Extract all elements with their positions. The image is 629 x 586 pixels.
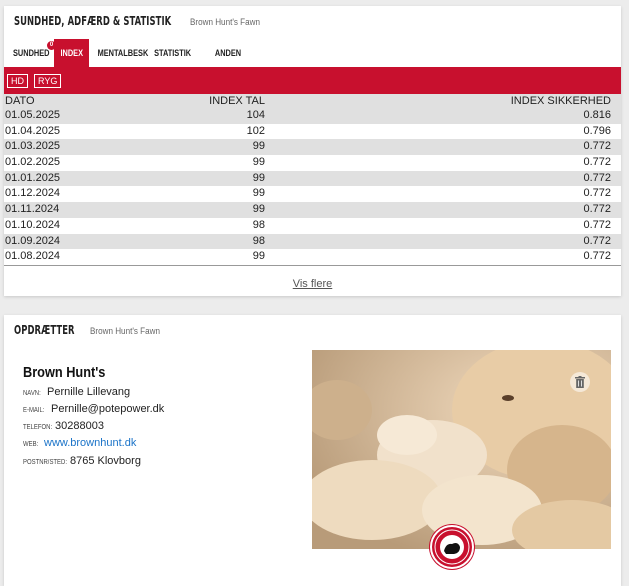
breeder-web-row: Web: www.brownhunt.dk [23, 437, 136, 449]
card-header: Opdrætter Brown Hunt's Fawn [14, 323, 167, 337]
field-label: Telefon: [23, 424, 53, 431]
row-index-value: 99 [252, 187, 265, 200]
card-subtitle: Brown Hunt's Fawn [189, 17, 260, 27]
table-row: 01.02.2025 99 0.772 [4, 155, 621, 171]
index-table-header: DATO INDEX TAL INDEX SIKKERHED [4, 94, 621, 108]
show-more-link[interactable]: Vis flere [4, 278, 621, 290]
row-index-reliability: 0.772 [583, 140, 611, 153]
card-subtitle: Brown Hunt's Fawn [89, 326, 160, 336]
breeder-postal-row: Postnr/sted: 8765 Klovborg [23, 455, 141, 467]
tab-anden-sundhed[interactable]: Anden sundhed [196, 39, 260, 86]
puppies-photo-illustration [312, 350, 611, 549]
table-row: 01.11.2024 99 0.772 [4, 202, 621, 218]
row-index-reliability: 0.816 [583, 109, 611, 121]
breeder-website-link[interactable]: www.brownhunt.dk [44, 437, 136, 449]
column-header-index-sikkerhed: INDEX SIKKERHED [510, 95, 611, 107]
column-header-dato: DATO [5, 95, 35, 107]
index-table-body: 01.05.2025 104 0.816 01.04.2025 102 0.79… [4, 108, 621, 265]
row-index-value: 99 [252, 171, 265, 184]
breeder-postal: 8765 Klovborg [70, 455, 141, 467]
row-index-value: 98 [252, 234, 265, 247]
table-row: 01.09.2024 98 0.772 [4, 233, 621, 250]
row-index-reliability: 0.772 [583, 156, 611, 169]
table-row: 01.05.2025 104 0.816 [4, 108, 621, 124]
table-row: 01.10.2024 98 0.772 [4, 217, 621, 234]
row-index-value: 98 [252, 218, 265, 231]
breeder-email: Pernille@potepower.dk [51, 403, 165, 415]
breeder-phone: 30288003 [55, 420, 104, 432]
row-date: 01.09.2024 [5, 234, 61, 247]
tab-sundhed[interactable]: Sundhed 0 [8, 39, 56, 67]
breeder-name: Pernille Lillevang [47, 386, 131, 398]
row-date: 01.11.2024 [5, 203, 60, 216]
trash-icon [575, 376, 585, 388]
tab-mentalbesk[interactable]: Mentalbesk [92, 39, 149, 67]
health-statistics-card: Sundhed, adfærd & statistik Brown Hunt's… [4, 6, 621, 296]
hd-toggle-button[interactable]: HD [7, 74, 28, 88]
row-date: 01.01.2025 [5, 171, 61, 184]
row-index-value: 104 [246, 109, 265, 121]
row-index-value: 102 [246, 124, 265, 137]
row-date: 01.08.2024 [5, 250, 61, 263]
field-label: E-mail: [23, 407, 45, 414]
row-date: 01.10.2024 [5, 218, 61, 231]
row-index-value: 99 [252, 203, 265, 216]
seal-emblem [434, 529, 470, 565]
table-row: 01.08.2024 99 0.772 [4, 249, 621, 265]
card-title: Opdrætter [14, 323, 75, 337]
index-type-bar: HD RYG [4, 67, 621, 94]
table-divider [4, 265, 621, 266]
delete-photo-button[interactable] [570, 372, 590, 392]
breeder-name-row: Navn: Pernille Lillevang [23, 386, 130, 398]
table-row: 01.12.2024 99 0.772 [4, 186, 621, 203]
card-header: Sundhed, adfærd & statistik Brown Hunt's… [14, 14, 267, 28]
row-date: 01.02.2025 [5, 156, 61, 169]
row-date: 01.05.2025 [5, 109, 61, 121]
row-index-reliability: 0.772 [583, 203, 611, 216]
tab-statistik[interactable]: Statistik [150, 39, 191, 67]
breeder-email-row: E-mail: Pernille@potepower.dk [23, 403, 164, 415]
row-index-value: 99 [252, 140, 265, 153]
breeder-card: Opdrætter Brown Hunt's Fawn Brown Hunt's… [4, 315, 621, 586]
row-index-reliability: 0.796 [583, 124, 611, 137]
row-date: 01.03.2025 [5, 140, 61, 153]
row-index-reliability: 0.772 [583, 234, 611, 247]
row-index-reliability: 0.772 [583, 218, 611, 231]
row-index-reliability: 0.772 [583, 250, 611, 263]
breeder-seal-icon [430, 525, 474, 569]
column-header-index-tal: INDEX TAL [209, 95, 265, 107]
field-label: Postnr/sted: [23, 459, 67, 466]
ryg-toggle-button[interactable]: RYG [34, 74, 62, 88]
table-row: 01.01.2025 99 0.772 [4, 170, 621, 187]
table-row: 01.03.2025 99 0.772 [4, 139, 621, 156]
breeder-phone-row: Telefon: 30288003 [23, 420, 104, 432]
field-label: Navn: [23, 390, 41, 397]
kennel-name: Brown Hunt's [23, 364, 106, 381]
row-date: 01.12.2024 [5, 187, 61, 200]
field-label: Web: [23, 441, 39, 448]
row-index-reliability: 0.772 [583, 187, 611, 200]
row-index-value: 99 [252, 156, 265, 169]
row-index-reliability: 0.772 [583, 171, 611, 184]
table-row: 01.04.2025 102 0.796 [4, 123, 621, 140]
kennel-photo [312, 350, 611, 549]
row-date: 01.04.2025 [5, 124, 61, 137]
card-title: Sundhed, adfærd & statistik [14, 14, 172, 28]
tab-bar: Sundhed 0 Index Mentalbesk Statistik And… [4, 39, 621, 86]
tab-index[interactable]: Index [54, 39, 89, 67]
row-index-value: 99 [252, 250, 265, 263]
